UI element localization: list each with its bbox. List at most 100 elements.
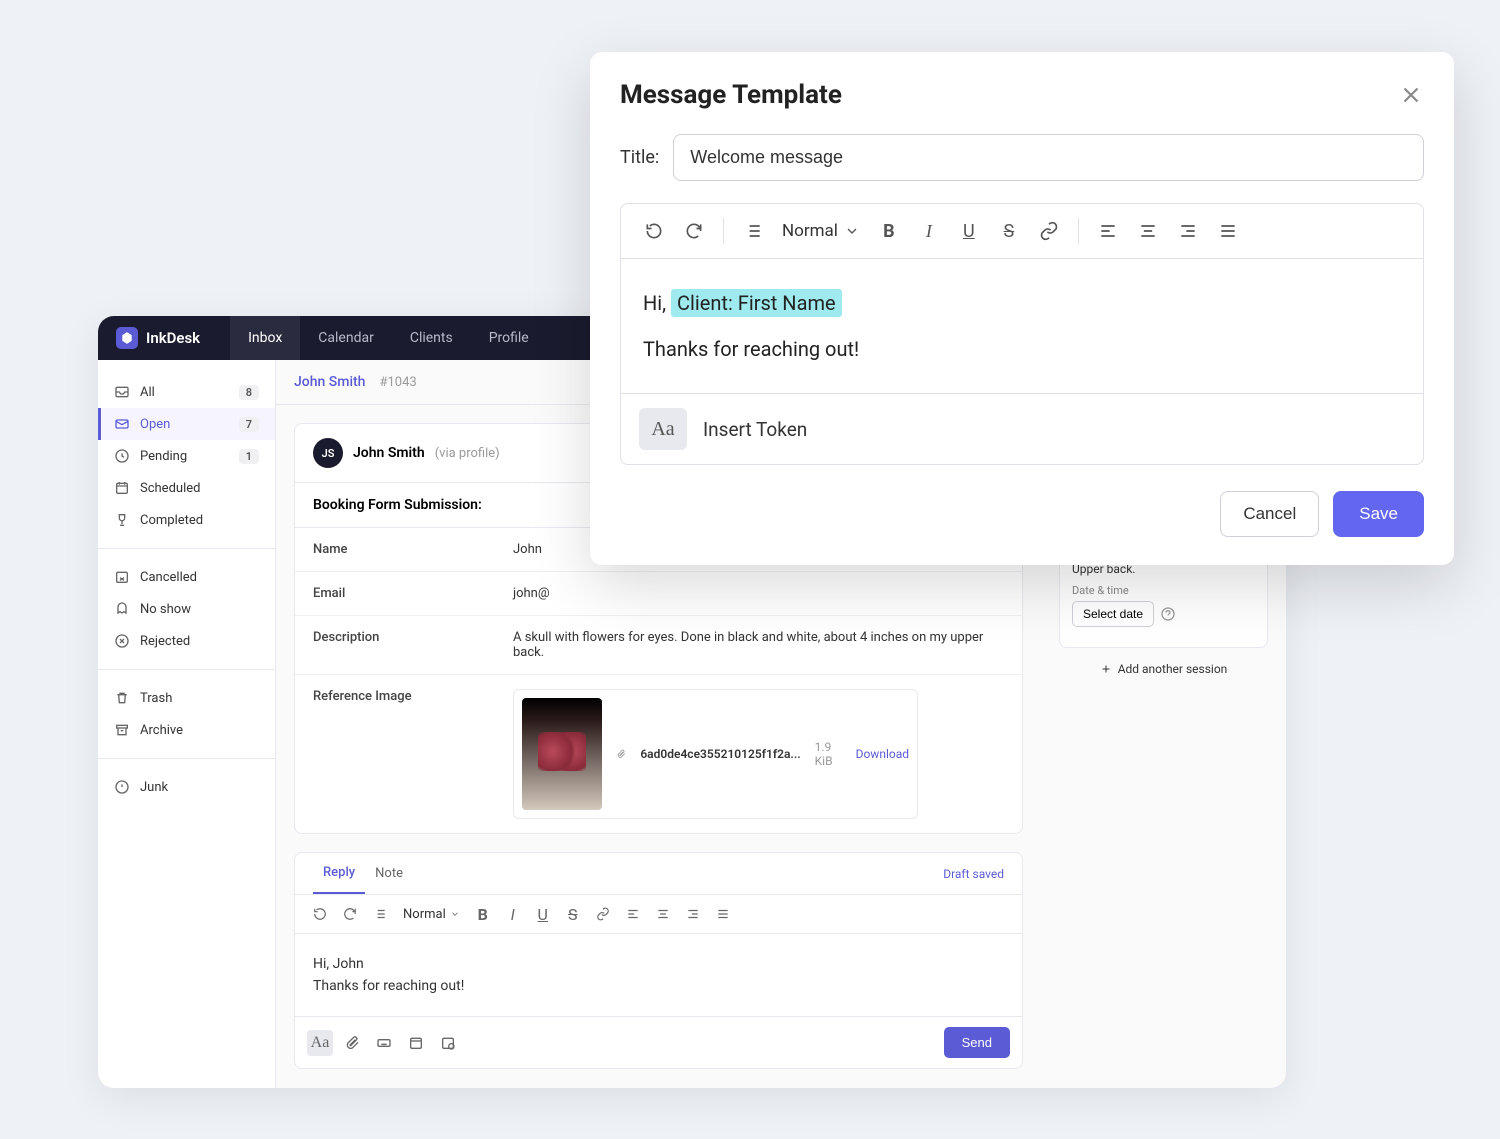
add-session-button[interactable]: Add another session <box>1059 662 1268 676</box>
select-date-button[interactable]: Select date <box>1072 601 1154 627</box>
link-button[interactable] <box>1030 214 1068 248</box>
nav-calendar[interactable]: Calendar <box>300 316 392 360</box>
attach-button[interactable] <box>339 1030 365 1056</box>
app-name: InkDesk <box>146 329 200 347</box>
x-circle-icon <box>114 633 130 649</box>
field-label-email: Email <box>313 586 513 601</box>
sidebar-item-label: Junk <box>140 780 259 795</box>
field-label-name: Name <box>313 542 513 557</box>
paperclip-icon <box>616 747 626 761</box>
title-input[interactable] <box>673 134 1424 181</box>
sidebar-item-junk[interactable]: Junk <box>98 771 275 803</box>
link-button[interactable] <box>590 901 616 927</box>
italic-button[interactable]: I <box>500 901 526 927</box>
archive-icon <box>114 722 130 738</box>
nav-clients[interactable]: Clients <box>392 316 471 360</box>
editor-token[interactable]: Client: First Name <box>671 289 842 317</box>
calendar-x-icon <box>114 569 130 585</box>
sidebar-item-pending[interactable]: Pending 1 <box>98 440 275 472</box>
tab-note[interactable]: Note <box>365 854 413 893</box>
reply-composer: Reply Note Draft saved Normal B <box>294 852 1023 1069</box>
composer-line-thanks: Thanks for reaching out! <box>313 978 1004 994</box>
token-button[interactable]: Aa <box>307 1030 333 1056</box>
sidebar-item-rejected[interactable]: Rejected <box>98 625 275 657</box>
schedule-button[interactable] <box>435 1030 461 1056</box>
sidebar-item-cancelled[interactable]: Cancelled <box>98 561 275 593</box>
reference-download-link[interactable]: Download <box>856 747 909 761</box>
draft-saved-label: Draft saved <box>943 867 1004 881</box>
align-left-button[interactable] <box>620 901 646 927</box>
align-left-button[interactable] <box>1089 214 1127 248</box>
sidebar-item-completed[interactable]: Completed <box>98 504 275 536</box>
save-button[interactable]: Save <box>1333 491 1424 537</box>
tab-reply[interactable]: Reply <box>313 853 365 894</box>
calendar-button[interactable] <box>403 1030 429 1056</box>
app-logo: InkDesk <box>116 327 200 349</box>
from-name: John Smith <box>353 445 425 461</box>
italic-button[interactable]: I <box>910 214 948 248</box>
sidebar-item-noshow[interactable]: No show <box>98 593 275 625</box>
keyboard-button[interactable] <box>371 1030 397 1056</box>
sidebar-item-label: No show <box>140 602 259 617</box>
strike-button[interactable]: S <box>560 901 586 927</box>
title-label: Title: <box>620 147 659 168</box>
sidebar-item-open[interactable]: Open 7 <box>98 408 275 440</box>
composer-body[interactable]: Hi, John Thanks for reaching out! <box>295 934 1022 1016</box>
strike-button[interactable]: S <box>990 214 1028 248</box>
undo-button[interactable] <box>635 214 673 248</box>
redo-button[interactable] <box>675 214 713 248</box>
align-center-button[interactable] <box>650 901 676 927</box>
sidebar-item-label: Open <box>140 417 229 432</box>
logo-icon <box>116 327 138 349</box>
undo-button[interactable] <box>307 901 333 927</box>
format-select[interactable]: Normal <box>774 221 868 241</box>
sidebar-item-label: Rejected <box>140 634 259 649</box>
editor-thanks: Thanks for reaching out! <box>643 337 1401 361</box>
thread-client-name[interactable]: John Smith <box>294 374 365 390</box>
list-button[interactable] <box>734 214 772 248</box>
format-select[interactable]: Normal <box>397 907 466 922</box>
nav-profile[interactable]: Profile <box>471 316 547 360</box>
sidebar-item-trash[interactable]: Trash <box>98 682 275 714</box>
trophy-icon <box>114 512 130 528</box>
token-icon: Aa <box>639 408 687 450</box>
envelope-icon <box>114 416 130 432</box>
cancel-button[interactable]: Cancel <box>1220 491 1319 537</box>
chevron-down-icon <box>450 909 460 919</box>
reference-thumbnail[interactable] <box>522 698 602 810</box>
help-icon[interactable] <box>1160 606 1176 622</box>
bold-button[interactable]: B <box>470 901 496 927</box>
align-center-button[interactable] <box>1129 214 1167 248</box>
sidebar-item-scheduled[interactable]: Scheduled <box>98 472 275 504</box>
sidebar-item-all[interactable]: All 8 <box>98 376 275 408</box>
send-button[interactable]: Send <box>944 1027 1010 1058</box>
from-via: (via profile) <box>435 446 500 461</box>
sidebar-item-label: Trash <box>140 691 259 706</box>
count-badge: 7 <box>239 417 259 432</box>
underline-button[interactable]: U <box>530 901 556 927</box>
plus-icon <box>1100 663 1112 675</box>
field-label-description: Description <box>313 630 513 660</box>
redo-button[interactable] <box>337 901 363 927</box>
count-badge: 8 <box>239 385 259 400</box>
bold-button[interactable]: B <box>870 214 908 248</box>
sidebar-item-archive[interactable]: Archive <box>98 714 275 746</box>
align-right-button[interactable] <box>1169 214 1207 248</box>
editor-body[interactable]: Hi, Client: First Name Thanks for reachi… <box>621 259 1423 393</box>
clock-icon <box>114 448 130 464</box>
underline-button[interactable]: U <box>950 214 988 248</box>
nav-inbox[interactable]: Inbox <box>230 316 300 360</box>
close-button[interactable] <box>1398 82 1424 108</box>
avatar: JS <box>313 438 343 468</box>
editor-hi: Hi, <box>643 291 671 315</box>
align-justify-button[interactable] <box>1209 214 1247 248</box>
list-button[interactable] <box>367 901 393 927</box>
field-value-description: A skull with flowers for eyes. Done in b… <box>513 630 1004 660</box>
insert-token-label: Insert Token <box>703 418 807 441</box>
ghost-icon <box>114 601 130 617</box>
field-value-email: john@ <box>513 586 1004 601</box>
composer-toolbar: Normal B I U S <box>295 895 1022 934</box>
insert-token-row[interactable]: Aa Insert Token <box>621 393 1423 464</box>
align-justify-button[interactable] <box>710 901 736 927</box>
align-right-button[interactable] <box>680 901 706 927</box>
